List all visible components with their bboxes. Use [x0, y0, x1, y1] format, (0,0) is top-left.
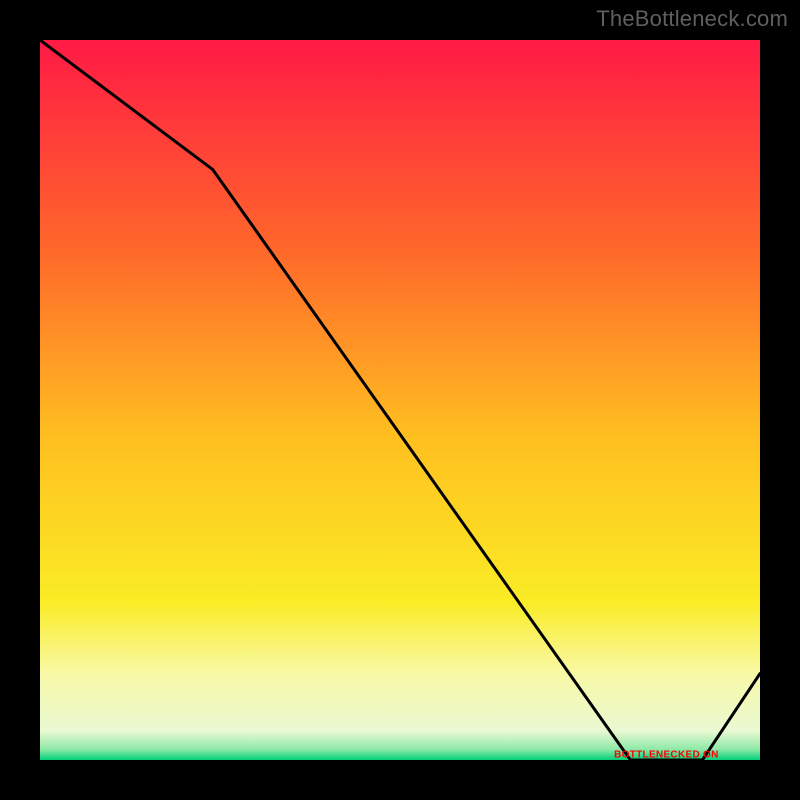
attribution-text: TheBottleneck.com — [596, 6, 788, 32]
chart-plot-area: BOTTLENECKED ON — [40, 40, 760, 760]
chart-svg: BOTTLENECKED ON — [40, 40, 760, 760]
gradient-background — [40, 40, 760, 760]
bottleneck-annotation: BOTTLENECKED ON — [614, 750, 719, 760]
chart-frame: TheBottleneck.com BOTTLENECKED ON — [0, 0, 800, 800]
